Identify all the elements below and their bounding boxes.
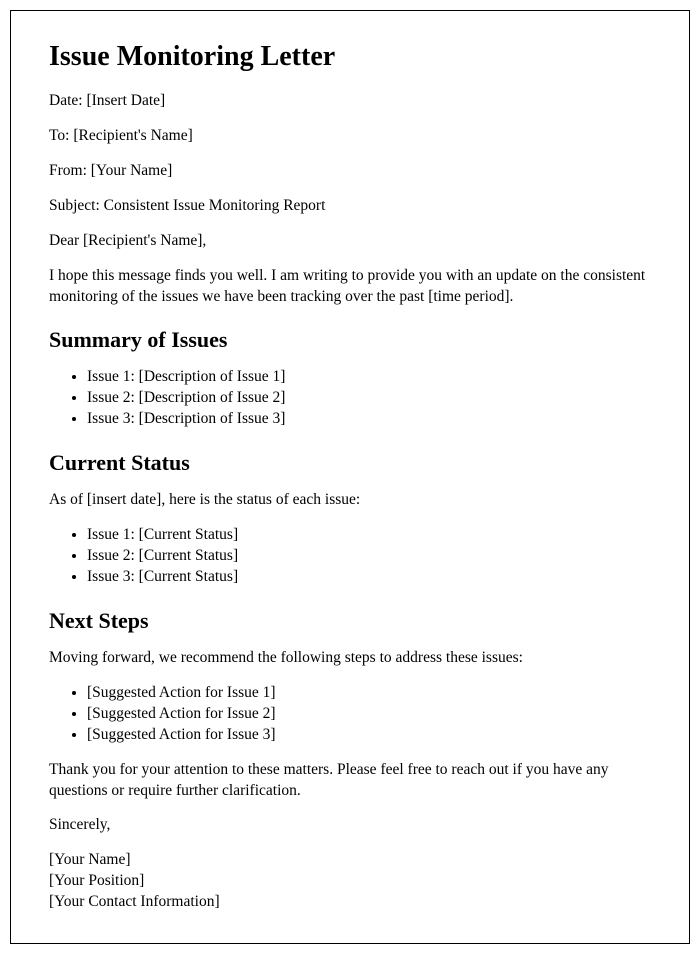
next-steps-heading: Next Steps — [49, 608, 651, 634]
closing: Sincerely, — [49, 815, 651, 836]
list-item: Issue 1: [Description of Issue 1] — [87, 367, 651, 388]
status-intro: As of [insert date], here is the status … — [49, 490, 651, 511]
signature-name: [Your Name] — [49, 850, 651, 871]
date-line: Date: [Insert Date] — [49, 91, 651, 112]
list-item: [Suggested Action for Issue 3] — [87, 725, 651, 746]
intro-paragraph: I hope this message finds you well. I am… — [49, 266, 651, 308]
from-line: From: [Your Name] — [49, 161, 651, 182]
status-heading: Current Status — [49, 450, 651, 476]
status-list: Issue 1: [Current Status] Issue 2: [Curr… — [87, 525, 651, 588]
list-item: Issue 3: [Description of Issue 3] — [87, 409, 651, 430]
signature-position: [Your Position] — [49, 871, 651, 892]
next-steps-list: [Suggested Action for Issue 1] [Suggeste… — [87, 683, 651, 746]
summary-heading: Summary of Issues — [49, 327, 651, 353]
list-item: Issue 1: [Current Status] — [87, 525, 651, 546]
list-item: [Suggested Action for Issue 1] — [87, 683, 651, 704]
salutation: Dear [Recipient's Name], — [49, 231, 651, 252]
thanks-paragraph: Thank you for your attention to these ma… — [49, 760, 651, 802]
next-steps-intro: Moving forward, we recommend the followi… — [49, 648, 651, 669]
list-item: Issue 2: [Current Status] — [87, 546, 651, 567]
signature-contact: [Your Contact Information] — [49, 892, 651, 913]
summary-list: Issue 1: [Description of Issue 1] Issue … — [87, 367, 651, 430]
document-page: Issue Monitoring Letter Date: [Insert Da… — [10, 10, 690, 944]
list-item: Issue 3: [Current Status] — [87, 567, 651, 588]
list-item: [Suggested Action for Issue 2] — [87, 704, 651, 725]
page-title: Issue Monitoring Letter — [49, 41, 651, 73]
to-line: To: [Recipient's Name] — [49, 126, 651, 147]
subject-line: Subject: Consistent Issue Monitoring Rep… — [49, 196, 651, 217]
list-item: Issue 2: [Description of Issue 2] — [87, 388, 651, 409]
